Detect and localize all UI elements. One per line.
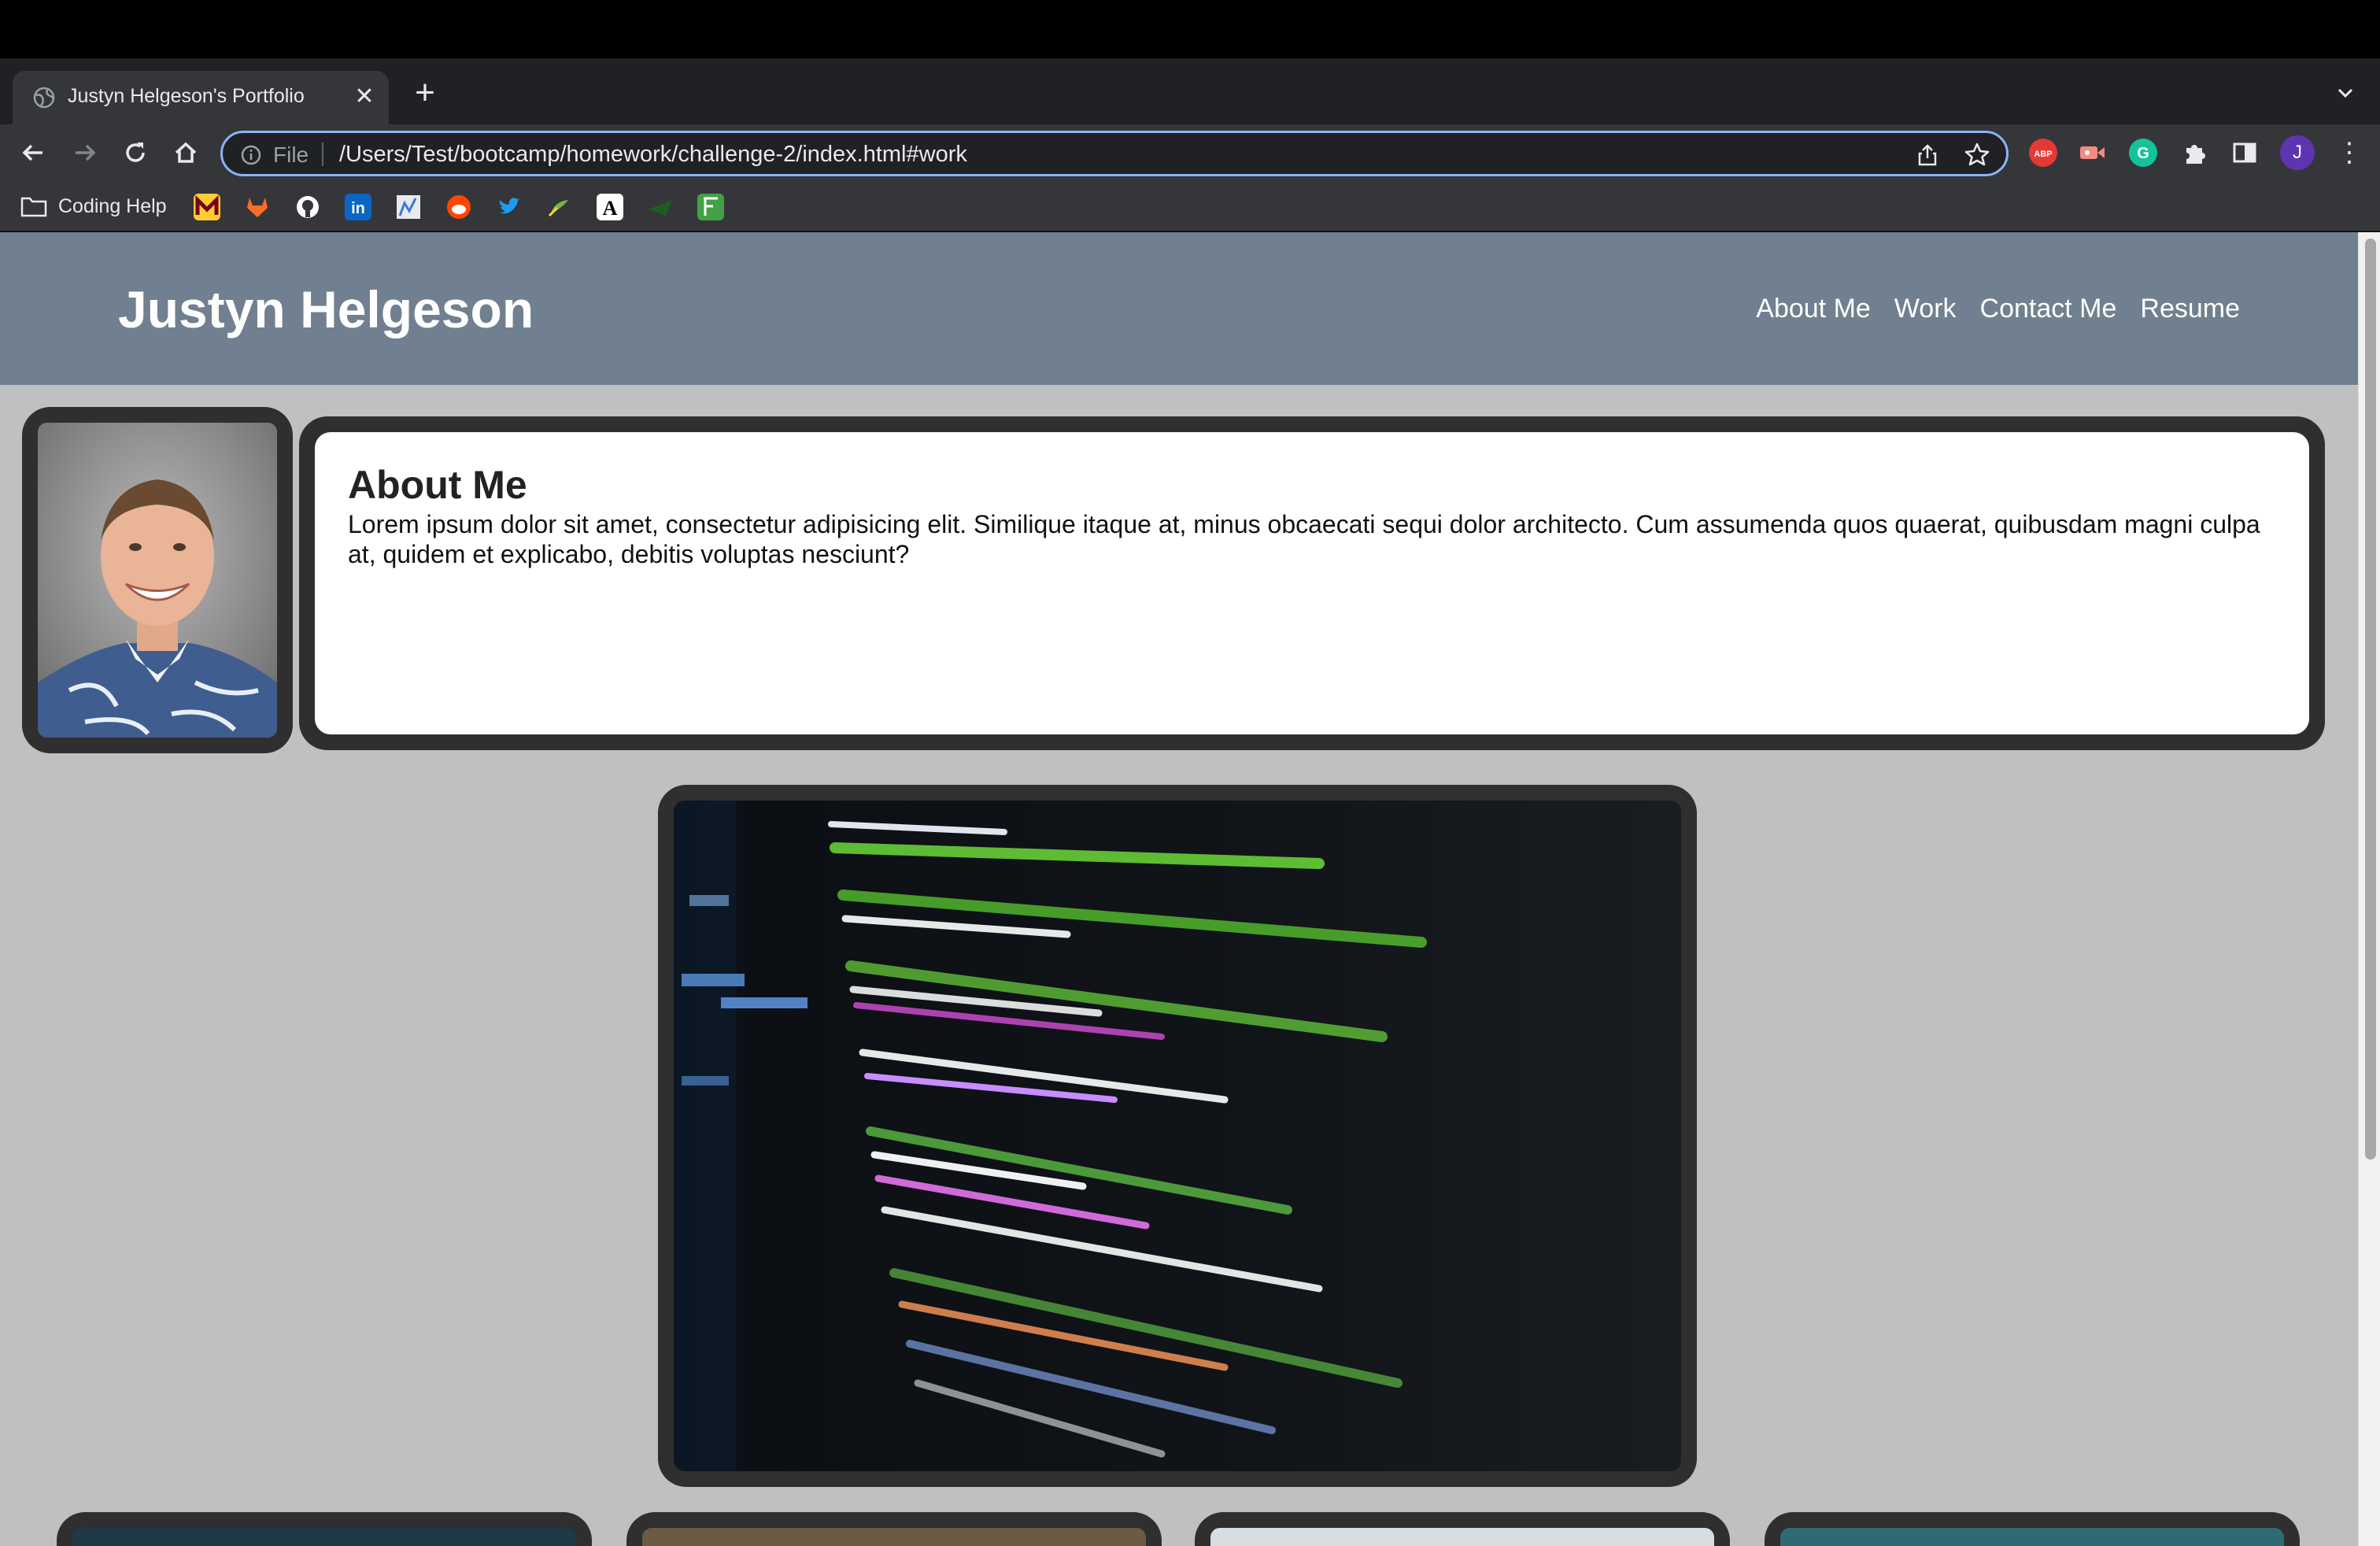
- svg-text:G: G: [2137, 145, 2149, 162]
- tab-strip: Justyn Helgeson's Portfolio ✕ +: [0, 58, 2380, 124]
- forward-arrow-icon[interactable]: [68, 135, 102, 170]
- about-heading: About Me: [348, 463, 527, 507]
- new-tab-button[interactable]: +: [408, 76, 442, 112]
- nav-about-me[interactable]: About Me: [1756, 294, 1871, 324]
- grammarly-g-icon: G: [2137, 145, 2149, 162]
- chart-icon[interactable]: [395, 194, 422, 220]
- gitlab-icon[interactable]: [244, 194, 271, 220]
- home-icon[interactable]: [168, 135, 203, 170]
- bookmarks-bar: Coding Help in A: [0, 181, 2380, 231]
- scrollbar-thumb[interactable]: [2365, 239, 2376, 1160]
- page-scrollbar[interactable]: [2358, 232, 2380, 1546]
- address-bar[interactable]: File /Users/Test/bootcamp/homework/chall…: [220, 131, 2009, 176]
- adblock-icon[interactable]: ABP: [2029, 139, 2057, 167]
- globe-icon: [33, 87, 55, 109]
- browser-toolbar: File /Users/Test/bootcamp/homework/chall…: [0, 124, 2380, 181]
- nav-contact-me[interactable]: Contact Me: [1980, 294, 2117, 324]
- svg-text:A: A: [603, 197, 618, 220]
- bookmark-star-icon[interactable]: [1964, 141, 1990, 168]
- sidepanel-icon[interactable]: [2230, 139, 2259, 167]
- linkedin-in-icon: in: [351, 200, 365, 217]
- site-title: Justyn Helgeson: [118, 280, 534, 338]
- page-viewport: Justyn Helgeson About Me Work Contact Me…: [0, 232, 2380, 1546]
- about-section-frame: About Me Lorem ipsum dolor sit amet, con…: [299, 416, 2325, 750]
- adblock-label-icon: ABP: [2034, 150, 2052, 159]
- os-menubar: [0, 0, 2380, 58]
- project-card-3[interactable]: [1195, 1512, 1730, 1546]
- url-separator: [322, 142, 323, 166]
- about-card: About Me Lorem ipsum dolor sit amet, con…: [315, 432, 2309, 734]
- bookmark-folder-label: Coding Help: [58, 194, 167, 217]
- video-icon[interactable]: [2078, 139, 2106, 167]
- reddit-icon[interactable]: [445, 194, 472, 220]
- folder-icon: [20, 197, 47, 217]
- featured-work-frame: [658, 785, 1697, 1487]
- project-thumb-4: [1780, 1528, 2284, 1546]
- calc-icon[interactable]: [697, 194, 724, 220]
- reload-icon[interactable]: [118, 135, 153, 170]
- umn-icon[interactable]: [194, 194, 220, 220]
- project-card-1[interactable]: [57, 1512, 592, 1546]
- site-nav: About Me Work Contact Me Resume: [1756, 294, 2240, 324]
- about-body: Lorem ipsum dolor sit amet, consectetur …: [348, 510, 2260, 568]
- project-thumb-3: [1210, 1528, 1714, 1546]
- featured-work-image[interactable]: [674, 801, 1681, 1471]
- calc-glyph-icon: [704, 197, 718, 216]
- profile-avatar[interactable]: J: [2280, 135, 2315, 170]
- project-card-2[interactable]: [626, 1512, 1162, 1546]
- svg-text:in: in: [351, 200, 365, 217]
- svg-text:ABP: ABP: [2034, 150, 2052, 159]
- paper-plane-icon[interactable]: [647, 194, 674, 220]
- bookmark-folder-coding-help[interactable]: Coding Help: [20, 194, 167, 219]
- puzzle-icon[interactable]: [2180, 139, 2208, 167]
- more-menu-icon[interactable]: ⋮: [2336, 139, 2363, 167]
- project-thumb-1: [72, 1528, 576, 1546]
- a-icon[interactable]: A: [597, 194, 623, 220]
- tab-portfolio[interactable]: Justyn Helgeson's Portfolio ✕: [13, 71, 389, 124]
- leaf-icon[interactable]: [546, 194, 573, 220]
- tab-title: Justyn Helgeson's Portfolio: [68, 85, 305, 107]
- share-icon[interactable]: [1915, 142, 1940, 168]
- site-header: Justyn Helgeson About Me Work Contact Me…: [0, 232, 2358, 385]
- back-arrow-icon[interactable]: [16, 135, 50, 170]
- umn-m-icon: [195, 194, 219, 215]
- a-letter-icon: A: [603, 197, 618, 220]
- github-icon[interactable]: [294, 194, 321, 220]
- nav-resume[interactable]: Resume: [2140, 294, 2240, 324]
- twitter-icon[interactable]: [496, 194, 523, 220]
- project-thumb-2: [642, 1528, 1146, 1546]
- nav-work[interactable]: Work: [1894, 294, 1957, 324]
- url-scheme-label: File: [273, 142, 309, 167]
- profile-photo-frame: [22, 407, 293, 753]
- profile-photo: [38, 423, 277, 738]
- grammarly-icon[interactable]: G: [2129, 139, 2157, 167]
- linkedin-icon[interactable]: in: [345, 194, 371, 220]
- close-tab-icon[interactable]: ✕: [351, 83, 378, 110]
- project-card-4[interactable]: [1765, 1512, 2300, 1546]
- url-text[interactable]: /Users/Test/bootcamp/homework/challenge-…: [339, 142, 967, 168]
- tab-search-chevron-icon[interactable]: [2330, 77, 2361, 109]
- info-icon[interactable]: [240, 144, 262, 166]
